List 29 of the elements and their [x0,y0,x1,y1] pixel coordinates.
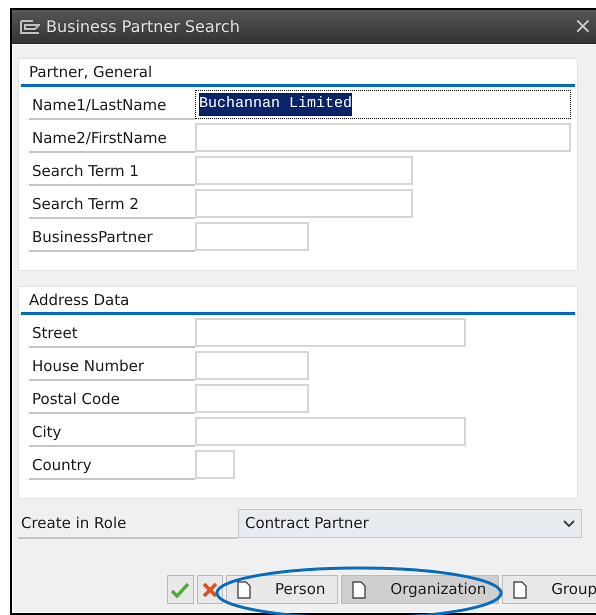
input-field[interactable] [195,189,413,218]
confirm-button[interactable] [167,575,194,604]
create-button[interactable]: Organization [341,575,500,604]
input-field[interactable] [195,384,309,413]
input-field[interactable] [195,450,235,479]
input-field[interactable] [195,417,466,446]
document-icon [513,580,528,598]
chevron-down-icon [563,520,575,528]
window-title: Business Partner Search [46,16,240,38]
cancel-button[interactable] [196,575,223,604]
cross-icon [202,582,218,598]
input-field[interactable] [195,222,309,251]
input-field[interactable] [195,351,309,380]
input-field[interactable] [195,123,571,152]
create-button[interactable]: Person [226,575,338,604]
close-button[interactable]: × [574,16,592,38]
input-field[interactable] [195,156,413,185]
window-menu-icon [20,20,40,34]
document-icon [237,580,251,598]
input-field[interactable] [195,318,466,347]
document-icon [352,580,366,598]
section-title: Address Data [29,291,130,309]
section-title: Partner, General [29,63,152,81]
role-dropdown[interactable]: Contract Partner [238,509,582,538]
create-button[interactable]: Group [502,575,596,604]
field-value: Buchannan Limited [199,93,352,116]
checkmark-icon [171,582,190,598]
input-field[interactable]: Buchannan Limited [195,90,571,119]
dropdown-value: Contract Partner [245,513,369,534]
